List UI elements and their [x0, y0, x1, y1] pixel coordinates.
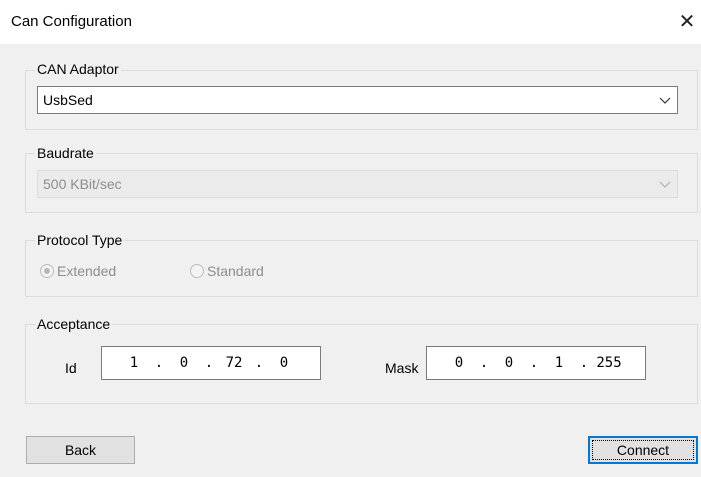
radio-standard-label: Standard: [207, 263, 264, 279]
dot-separator: .: [254, 355, 264, 371]
radio-extended-label: Extended: [57, 263, 117, 279]
baudrate-select: 500 KBit/sec: [37, 170, 678, 198]
baudrate-legend: Baudrate: [35, 145, 96, 161]
radio-extended: Extended: [40, 263, 116, 279]
window-title: Can Configuration: [11, 13, 132, 30]
connect-button[interactable]: Connect: [588, 436, 698, 464]
id-octet-3[interactable]: 72: [214, 355, 254, 371]
baudrate-value: 500 KBit/sec: [43, 176, 122, 192]
mask-octet-4[interactable]: 255: [589, 355, 629, 371]
acceptance-legend: Acceptance: [35, 316, 113, 332]
dot-separator: .: [579, 355, 589, 371]
chevron-down-icon: [659, 97, 671, 104]
id-octet-2[interactable]: 0: [164, 355, 204, 371]
close-icon[interactable]: ✕: [676, 11, 698, 33]
back-button[interactable]: Back: [26, 436, 135, 464]
radio-standard-indicator: [190, 264, 204, 278]
id-address-input[interactable]: 1 . 0 . 72 . 0: [101, 346, 321, 380]
mask-label: Mask: [385, 360, 419, 376]
dot-separator: .: [204, 355, 214, 371]
mask-octet-3[interactable]: 1: [539, 355, 579, 371]
id-octet-1[interactable]: 1: [114, 355, 154, 371]
mask-octet-1[interactable]: 0: [439, 355, 479, 371]
focus-rect: [592, 440, 694, 460]
protocol-type-group: [25, 240, 698, 297]
protocol-type-legend: Protocol Type: [35, 232, 125, 248]
back-button-label: Back: [64, 442, 97, 458]
title-bar: Can Configuration ✕: [0, 0, 701, 44]
mask-octet-2[interactable]: 0: [489, 355, 529, 371]
can-adaptor-legend: CAN Adaptor: [35, 61, 121, 77]
can-adaptor-value: UsbSed: [43, 92, 93, 108]
id-octet-4[interactable]: 0: [264, 355, 304, 371]
mask-address-input[interactable]: 0 . 0 . 1 . 255: [426, 346, 646, 380]
dot-separator: .: [154, 355, 164, 371]
id-label: Id: [65, 360, 77, 376]
dot-separator: .: [479, 355, 489, 371]
chevron-down-icon: [659, 181, 671, 188]
can-adaptor-select[interactable]: UsbSed: [37, 86, 678, 114]
radio-standard: Standard: [190, 263, 264, 279]
radio-extended-indicator: [40, 264, 54, 278]
dot-separator: .: [529, 355, 539, 371]
